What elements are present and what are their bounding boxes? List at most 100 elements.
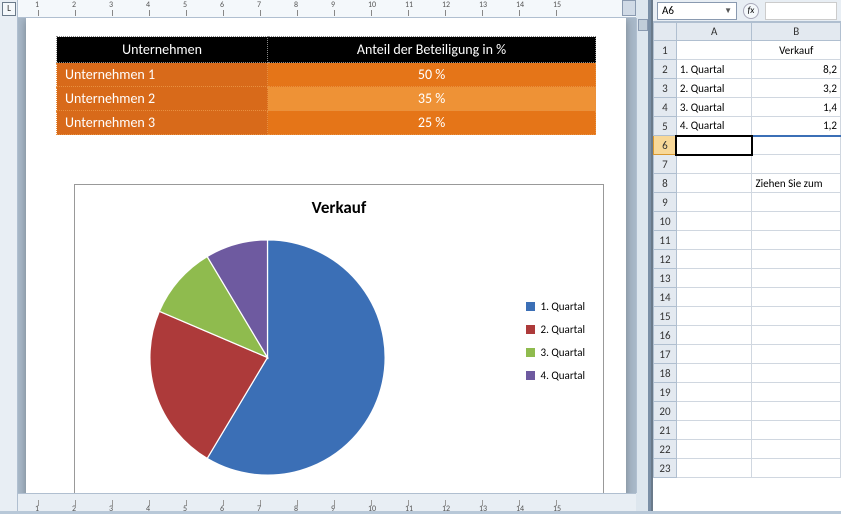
row-header[interactable]: 22 (654, 440, 677, 459)
cell[interactable]: Ziehen Sie zum (752, 174, 841, 193)
row-header[interactable]: 9 (654, 193, 677, 212)
row-header[interactable]: 4 (654, 98, 677, 117)
cell[interactable] (752, 288, 841, 307)
row-header[interactable]: 10 (654, 212, 677, 231)
cell[interactable] (752, 402, 841, 421)
table-row: Unternehmen 3 25 % (57, 111, 596, 135)
cell[interactable] (676, 364, 752, 383)
row-header[interactable]: 7 (654, 155, 677, 174)
row-header[interactable]: 1 (654, 41, 677, 60)
formula-bar-row: A6 ▼ fx (653, 0, 841, 22)
row-header[interactable]: 20 (654, 402, 677, 421)
cell[interactable] (752, 250, 841, 269)
cell[interactable] (676, 41, 752, 60)
ruler-scroll-button[interactable] (622, 0, 636, 16)
fx-icon[interactable]: fx (743, 3, 759, 19)
cell[interactable] (676, 402, 752, 421)
pie-chart[interactable]: Verkauf 1. Quartal2. Quartal3. Quartal4.… (74, 184, 604, 493)
cell[interactable] (752, 421, 841, 440)
ruler-ticks: 123456789101112131415 (18, 0, 636, 17)
cell[interactable]: 1. Quartal (676, 60, 752, 79)
cell[interactable] (752, 383, 841, 402)
name-box[interactable]: A6 ▼ (657, 2, 737, 20)
page: Unternehmen Anteil der Beteiligung in % … (26, 18, 626, 493)
row-header[interactable]: 2 (654, 60, 677, 79)
cell[interactable] (676, 326, 752, 345)
bottom-ruler: 123456789101112131415 (18, 493, 636, 511)
vertical-scrollbar[interactable] (636, 18, 648, 493)
legend-label: 2. Quartal (541, 323, 585, 336)
cell[interactable] (752, 326, 841, 345)
legend-item: 3. Quartal (526, 346, 585, 359)
row-header[interactable]: 12 (654, 250, 677, 269)
row-header[interactable]: 17 (654, 345, 677, 364)
col-header-b[interactable]: B (752, 23, 841, 41)
cell[interactable]: Verkauf (752, 41, 841, 60)
cell[interactable]: 8,2 (752, 60, 841, 79)
chevron-down-icon[interactable]: ▼ (724, 6, 732, 16)
cell[interactable]: 3. Quartal (676, 98, 752, 117)
cell[interactable] (676, 345, 752, 364)
cell[interactable] (676, 231, 752, 250)
cell[interactable] (676, 155, 752, 174)
cell[interactable]: 3,2 (752, 79, 841, 98)
row-header[interactable]: 23 (654, 459, 677, 478)
col-header-a[interactable]: A (676, 23, 752, 41)
excel-grid: A B 1 Verkauf 21. Quartal8,2 32. Quartal3,2… (653, 22, 841, 478)
cell[interactable] (676, 421, 752, 440)
cell[interactable]: 4. Quartal (676, 117, 752, 136)
cell[interactable] (676, 136, 752, 155)
tab-selector-icon[interactable]: L (2, 2, 16, 16)
cell[interactable] (752, 212, 841, 231)
legend-item: 1. Quartal (526, 300, 585, 313)
legend-swatch (526, 325, 535, 334)
cell[interactable] (676, 440, 752, 459)
cell[interactable] (752, 193, 841, 212)
cell[interactable] (752, 345, 841, 364)
row-header[interactable]: 11 (654, 231, 677, 250)
row-header[interactable]: 15 (654, 307, 677, 326)
row-header[interactable]: 5 (654, 117, 677, 136)
th-company: Unternehmen (57, 37, 268, 63)
formula-bar[interactable] (765, 2, 837, 20)
row-header[interactable]: 3 (654, 79, 677, 98)
cell[interactable] (676, 269, 752, 288)
cell[interactable] (676, 288, 752, 307)
horizontal-ruler[interactable]: 123456789101112131415 (18, 0, 636, 18)
row-header[interactable]: 14 (654, 288, 677, 307)
cell[interactable]: 2. Quartal (676, 79, 752, 98)
cell[interactable] (752, 155, 841, 174)
table-row: Unternehmen 1 50 % (57, 63, 596, 87)
cell[interactable]: 1,4 (752, 98, 841, 117)
cell[interactable] (752, 136, 841, 155)
cell[interactable] (676, 193, 752, 212)
legend-swatch (526, 348, 535, 357)
cell[interactable] (676, 383, 752, 402)
row-header[interactable]: 8 (654, 174, 677, 193)
company-table[interactable]: Unternehmen Anteil der Beteiligung in % … (56, 36, 596, 135)
cell[interactable] (676, 459, 752, 478)
cell[interactable] (752, 459, 841, 478)
cell[interactable] (752, 231, 841, 250)
cell[interactable] (752, 440, 841, 459)
select-all-corner[interactable] (654, 23, 677, 41)
row-header[interactable]: 13 (654, 269, 677, 288)
cell[interactable] (676, 212, 752, 231)
row-header[interactable]: 18 (654, 364, 677, 383)
cell[interactable] (676, 250, 752, 269)
row-header[interactable]: 16 (654, 326, 677, 345)
chart-legend: 1. Quartal2. Quartal3. Quartal4. Quartal (526, 300, 585, 392)
row-header[interactable]: 21 (654, 421, 677, 440)
scroll-up-icon[interactable] (638, 19, 648, 31)
row-header[interactable]: 6 (654, 136, 677, 155)
cell[interactable] (676, 174, 752, 193)
spreadsheet-grid[interactable]: A B 1 Verkauf 21. Quartal8,2 32. Quartal3,2… (653, 22, 841, 511)
cell[interactable] (676, 307, 752, 326)
cell[interactable]: 1,2 (752, 117, 841, 136)
row-header[interactable]: 19 (654, 383, 677, 402)
cell[interactable] (752, 307, 841, 326)
cell[interactable] (752, 364, 841, 383)
cell[interactable] (752, 269, 841, 288)
document-area[interactable]: Unternehmen Anteil der Beteiligung in % … (18, 18, 636, 493)
vertical-ruler[interactable]: L (0, 0, 18, 511)
